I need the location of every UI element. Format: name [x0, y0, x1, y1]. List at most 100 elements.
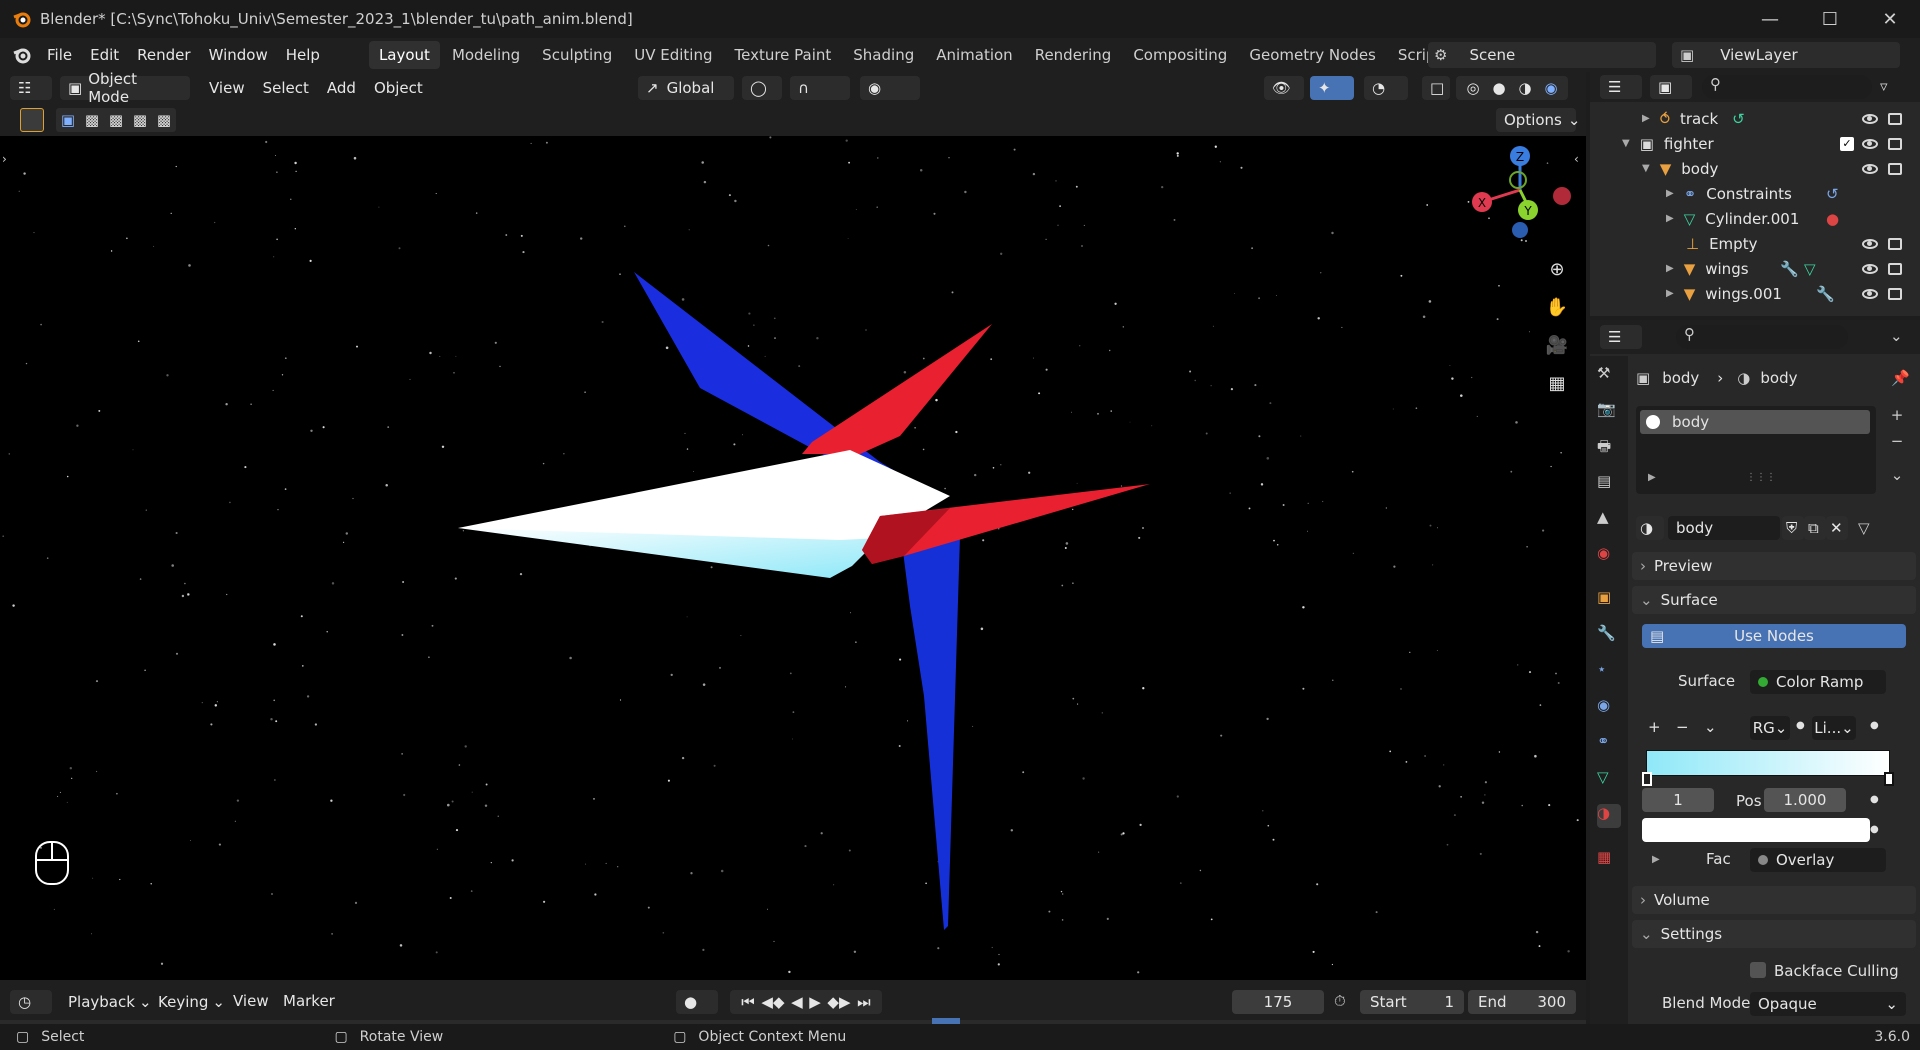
material-slot-item[interactable]: body: [1640, 410, 1870, 434]
modifier-tab-icon[interactable]: 🔧: [1597, 624, 1621, 648]
gizmo-neg-z[interactable]: [1512, 222, 1528, 238]
add-slot-icon[interactable]: +: [1882, 406, 1912, 430]
view-layer-selector[interactable]: ▣ ViewLayer: [1672, 42, 1900, 68]
gizmo-toggle-icon[interactable]: ✦: [1310, 76, 1354, 100]
navigation-gizmo[interactable]: Z X Y: [1460, 146, 1580, 246]
expand-icon[interactable]: ▶: [1666, 213, 1674, 224]
preview-panel-header[interactable]: › Preview: [1632, 552, 1916, 580]
start-frame-field[interactable]: Start 1: [1360, 990, 1464, 1014]
data-tab-icon[interactable]: ▽: [1597, 768, 1621, 792]
properties-editor-icon[interactable]: ☰: [1600, 325, 1642, 349]
visibility-eye-icon[interactable]: [1862, 138, 1878, 149]
tab-compositing[interactable]: Compositing: [1123, 41, 1237, 69]
ramp-stop-left[interactable]: [1642, 772, 1652, 786]
expand-icon[interactable]: ▶: [1666, 263, 1674, 274]
constraints-tab-icon[interactable]: ⚭: [1597, 732, 1621, 756]
pin-icon[interactable]: 📌: [1891, 369, 1910, 387]
fake-user-icon[interactable]: ⛨: [1782, 516, 1804, 540]
resize-handle-icon[interactable]: ⋮⋮⋮: [1746, 472, 1776, 483]
viewport-menu-add[interactable]: Add: [318, 79, 365, 97]
jump-start-icon[interactable]: ⏮: [741, 993, 755, 1011]
pos-field[interactable]: 1.000: [1764, 788, 1846, 812]
zoom-icon[interactable]: ⊕: [1540, 252, 1574, 286]
fighter-model[interactable]: [0, 136, 1586, 980]
timeline-menu-keying[interactable]: Keying ⌄: [150, 990, 225, 1014]
pan-hand-icon[interactable]: ✋: [1540, 290, 1574, 324]
viewport-menu-view[interactable]: View: [200, 79, 254, 97]
ramp-menu-icon[interactable]: ⌄: [1704, 718, 1717, 736]
keyframe-dot-icon[interactable]: ●: [1796, 720, 1805, 731]
outliner-search-input[interactable]: ⚲: [1702, 75, 1872, 99]
texture-tab-icon[interactable]: ▦: [1597, 848, 1621, 872]
object-tab-icon[interactable]: ▣: [1597, 588, 1621, 612]
view-layer-tab-icon[interactable]: ▤: [1597, 472, 1621, 496]
settings-panel-header[interactable]: ⌄ Settings: [1632, 920, 1916, 948]
outliner-row-cylinder[interactable]: ▶ ▽ Cylinder.001 ●: [1590, 206, 1920, 231]
select-new-icon[interactable]: ▣: [61, 111, 75, 129]
link-type-icon[interactable]: ▽: [1858, 519, 1870, 537]
remove-stop-icon[interactable]: −: [1676, 718, 1689, 736]
select-tool-icon[interactable]: [20, 108, 44, 132]
world-tab-icon[interactable]: ◉: [1597, 544, 1621, 568]
backface-culling-checkbox[interactable]: [1750, 962, 1766, 978]
properties-options-icon[interactable]: ⌄: [1890, 327, 1903, 345]
options-button[interactable]: Options ⌄: [1496, 108, 1580, 132]
menu-window[interactable]: Window: [200, 38, 277, 72]
outliner-row-empty[interactable]: ⊥ Empty: [1590, 231, 1920, 256]
tab-animation[interactable]: Animation: [926, 41, 1022, 69]
viewport-menu-select[interactable]: Select: [254, 79, 318, 97]
pivot-icon[interactable]: ◯: [742, 76, 782, 100]
slot-menu-icon[interactable]: ⌄: [1882, 466, 1912, 490]
material-shading-icon[interactable]: ◑: [1518, 79, 1531, 97]
render-camera-icon[interactable]: [1888, 162, 1902, 175]
material-name-field[interactable]: body: [1668, 516, 1780, 540]
rendered-shading-icon[interactable]: ◉: [1544, 79, 1557, 97]
expand-icon[interactable]: ▶: [1648, 472, 1656, 483]
use-nodes-button[interactable]: ▤ Use Nodes: [1642, 624, 1906, 648]
timeline-menu-view[interactable]: View: [224, 992, 278, 1010]
play-icon[interactable]: ▶: [809, 993, 821, 1011]
fac-input-field[interactable]: Overlay: [1750, 848, 1886, 872]
3d-viewport[interactable]: Z X Y ⊕ ✋ 🎥 ▦ ‹ ›: [0, 136, 1586, 980]
play-reverse-icon[interactable]: ◀: [791, 993, 803, 1011]
outliner-row-wings-001[interactable]: ▶ ▼ wings.001 🔧: [1590, 281, 1920, 306]
display-mode-icon[interactable]: ▣: [1650, 75, 1692, 99]
tab-modeling[interactable]: Modeling: [442, 41, 530, 69]
gizmo-neg-y[interactable]: [1509, 171, 1527, 189]
outliner-row-track[interactable]: ▶ ⥀ track ↺: [1590, 106, 1920, 131]
timeline-menu-playback[interactable]: Playback ⌄: [60, 990, 152, 1014]
tab-shading[interactable]: Shading: [843, 41, 924, 69]
menu-edit[interactable]: Edit: [81, 38, 128, 72]
volume-panel-header[interactable]: › Volume: [1632, 886, 1916, 914]
snap-icon[interactable]: ∩: [790, 76, 850, 100]
overlay-icon[interactable]: ◔: [1364, 76, 1408, 100]
outliner-row-constraints[interactable]: ▶ ⚭ Constraints ↺: [1590, 181, 1920, 206]
record-icon[interactable]: ●: [676, 990, 718, 1014]
surface-panel-header[interactable]: ⌄ Surface: [1632, 586, 1916, 614]
surface-shader-field[interactable]: Color Ramp: [1750, 670, 1886, 694]
select-intersect-icon[interactable]: ▩: [133, 111, 147, 129]
unlink-material-icon[interactable]: ✕: [1826, 516, 1848, 540]
scene-selector[interactable]: ⚙ Scene: [1428, 42, 1656, 68]
visibility-eye-icon[interactable]: [1862, 263, 1878, 274]
close-icon[interactable]: ✕: [1860, 0, 1920, 38]
menu-file[interactable]: File: [38, 38, 81, 72]
filter-icon[interactable]: ▿: [1880, 77, 1888, 95]
collapse-icon[interactable]: ▼: [1622, 138, 1630, 149]
properties-search-input[interactable]: ⚲: [1676, 325, 1848, 349]
visibility-eye-icon[interactable]: [1862, 113, 1878, 124]
tab-geometry-nodes[interactable]: Geometry Nodes: [1239, 41, 1386, 69]
perspective-grid-icon[interactable]: ▦: [1540, 366, 1574, 400]
select-subtract-icon[interactable]: ▩: [109, 111, 123, 129]
next-keyframe-icon[interactable]: ◆▶: [827, 993, 850, 1011]
visibility-eye-icon[interactable]: [1862, 288, 1878, 299]
output-tab-icon[interactable]: 🖶: [1597, 436, 1621, 460]
tab-layout[interactable]: Layout: [368, 41, 440, 69]
solid-shading-icon[interactable]: ●: [1492, 79, 1505, 97]
menu-help[interactable]: Help: [277, 38, 329, 72]
stop-color-swatch[interactable]: [1642, 818, 1870, 842]
xray-icon[interactable]: □: [1422, 76, 1450, 100]
expand-icon[interactable]: ▶: [1666, 288, 1674, 299]
render-camera-icon[interactable]: [1888, 137, 1902, 150]
render-camera-icon[interactable]: [1888, 287, 1902, 300]
